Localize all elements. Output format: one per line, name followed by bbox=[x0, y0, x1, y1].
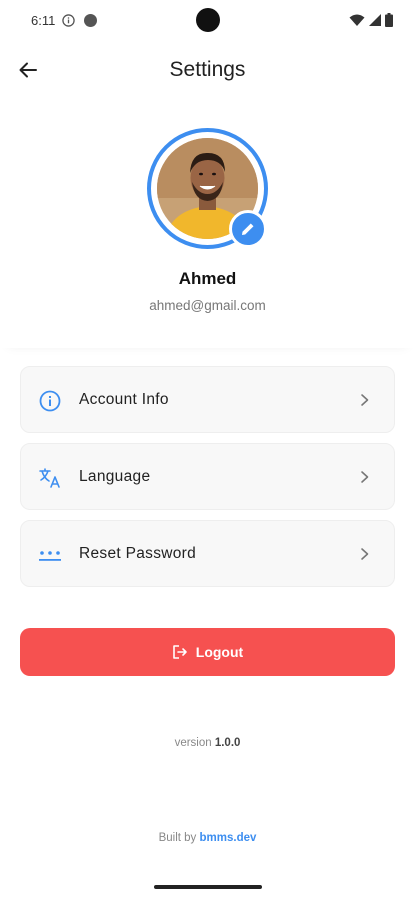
app-version: version 1.0.0 bbox=[0, 737, 415, 749]
version-number: 1.0.0 bbox=[214, 737, 241, 749]
pencil-icon bbox=[242, 223, 254, 235]
logout-button[interactable]: Logout bbox=[20, 628, 395, 676]
built-by-prefix: Built by bbox=[158, 832, 197, 844]
menu-item-label: Account Info bbox=[79, 391, 169, 408]
menu-item-reset-password[interactable]: Reset Password bbox=[20, 520, 395, 587]
chevron-right-icon bbox=[361, 394, 369, 406]
translate-icon bbox=[38, 466, 62, 490]
page-title: Settings bbox=[169, 58, 246, 81]
signal-icon bbox=[369, 14, 381, 26]
profile-email: ahmed@gmail.com bbox=[149, 298, 266, 313]
status-right-icons bbox=[349, 12, 393, 28]
menu-item-label: Reset Password bbox=[79, 545, 197, 562]
edit-avatar-button[interactable] bbox=[229, 210, 267, 248]
password-dots-icon bbox=[38, 543, 62, 567]
logout-icon bbox=[172, 645, 187, 659]
profile-name: Ahmed bbox=[178, 269, 237, 288]
settings-menu: Account Info Language Reset Password bbox=[20, 366, 395, 597]
battery-icon bbox=[385, 13, 393, 27]
version-prefix: version bbox=[174, 737, 212, 749]
info-circle-icon bbox=[38, 389, 62, 413]
menu-item-label: Language bbox=[79, 468, 151, 485]
menu-item-account-info[interactable]: Account Info bbox=[20, 366, 395, 433]
chevron-right-icon bbox=[361, 548, 369, 560]
built-by: Built by bmms.dev bbox=[0, 832, 415, 844]
status-dot-icon bbox=[84, 14, 97, 27]
built-by-link[interactable]: bmms.dev bbox=[200, 832, 257, 844]
status-info-icon bbox=[62, 14, 75, 27]
logout-label: Logout bbox=[195, 644, 244, 660]
profile-section: Ahmed ahmed@gmail.com bbox=[0, 98, 415, 348]
home-indicator[interactable] bbox=[154, 885, 262, 889]
chevron-right-icon bbox=[361, 471, 369, 483]
status-bar: 6:11 bbox=[0, 0, 415, 42]
app-header: Settings bbox=[0, 42, 415, 98]
menu-item-language[interactable]: Language bbox=[20, 443, 395, 510]
wifi-icon bbox=[349, 14, 365, 26]
status-time: 6:11 bbox=[31, 13, 56, 28]
camera-cutout bbox=[196, 8, 220, 32]
